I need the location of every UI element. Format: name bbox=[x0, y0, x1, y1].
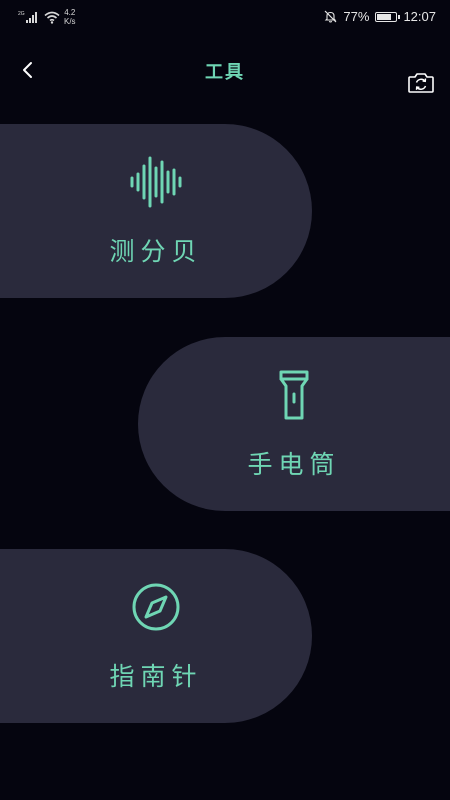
status-right: 77% 12:07 bbox=[324, 9, 436, 24]
status-bar: 2G 4.2 K/s 77% 12:07 bbox=[0, 0, 450, 34]
flashlight-icon bbox=[279, 370, 309, 420]
network-speed-value: 4.2 bbox=[64, 8, 76, 17]
flashlight-card[interactable]: 手电筒 bbox=[138, 337, 450, 511]
battery-icon bbox=[375, 11, 401, 22]
network-type-label: 2G bbox=[18, 11, 25, 17]
clock: 12:07 bbox=[403, 9, 436, 24]
battery-fill bbox=[377, 13, 392, 20]
decibel-meter-label: 测分贝 bbox=[109, 237, 203, 266]
compass-icon bbox=[132, 583, 180, 631]
network-speed: 4.2 K/s bbox=[64, 8, 76, 26]
network-speed-unit: K/s bbox=[64, 17, 76, 26]
page-title: 工具 bbox=[205, 62, 245, 83]
wifi-icon bbox=[44, 11, 60, 24]
status-left: 2G 4.2 K/s bbox=[18, 8, 76, 26]
battery-percent: 77% bbox=[343, 9, 370, 24]
camera-switch-button[interactable] bbox=[406, 68, 436, 98]
header: 工具 bbox=[0, 50, 450, 94]
flashlight-label: 手电筒 bbox=[247, 450, 341, 479]
cellular-signal-icon: 2G bbox=[18, 11, 37, 23]
sound-wave-icon bbox=[130, 156, 182, 208]
camera-rotate-icon bbox=[408, 73, 434, 93]
decibel-meter-card[interactable]: 测分贝 bbox=[0, 124, 312, 298]
compass-label: 指南针 bbox=[109, 662, 203, 691]
mute-bell-icon bbox=[324, 10, 337, 23]
compass-card[interactable]: 指南针 bbox=[0, 549, 312, 723]
